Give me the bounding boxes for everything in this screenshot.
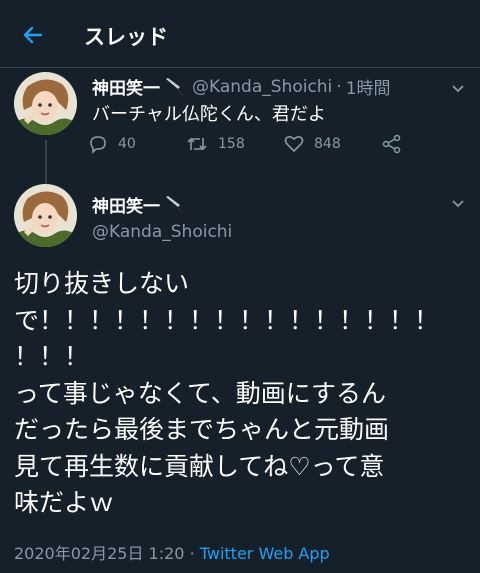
tweet-text-line: ！！！ [14,342,90,371]
knife-icon [164,195,186,215]
tweet-menu-button[interactable] [448,78,468,98]
user-handle[interactable]: @Kanda_Shoichi [92,222,232,242]
chevron-down-icon [452,200,464,208]
share-icon [382,134,401,154]
avatar[interactable] [14,72,77,135]
knife-icon [164,77,186,97]
tweet-text: バーチャル仏陀くん、君だよ [92,104,326,125]
display-name[interactable]: 神田笑一 [92,192,160,217]
top-bar: スレッド [0,0,480,68]
avatar[interactable] [14,184,77,247]
tweet-meta: 2020年02月25日 1:20 · Twitter Web App [14,540,330,564]
reply-count: 40 [118,136,136,152]
arrow-left-icon [23,26,43,44]
parent-tweet-header: 神田笑一 @Kanda_Shoichi · 1時間 [92,74,391,100]
back-button[interactable] [18,20,48,50]
retweet-button[interactable]: 158 [186,134,245,154]
like-count: 848 [314,136,341,152]
tweet-menu-button[interactable] [448,193,468,213]
separator-dot: · [189,544,195,563]
display-name[interactable]: 神田笑一 [92,74,160,99]
source-app-link[interactable]: Twitter Web App [200,544,330,563]
like-button[interactable]: 848 [284,134,341,154]
page-title: スレッド [84,25,168,49]
retweet-count: 158 [218,136,245,152]
tweet-text-line: 切り抜きしない [14,269,190,298]
tweet-time[interactable]: 1時間 [346,74,391,99]
tweet-text-line: だったら最後までちゃんと元動画 [14,415,390,444]
heart-icon [284,135,304,153]
tweet-text-line: で！！！！！！！！！！！！！！！！ [14,305,440,335]
share-button[interactable] [382,134,402,154]
tweet-timestamp[interactable]: 2020年02月25日 1:20 [14,544,184,563]
reply-button[interactable]: 40 [88,134,136,154]
tweet-text: 切り抜きしない で！！！！！！！！！！！！！！！！ ！！！ って事じゃなくて、動… [14,266,464,522]
chevron-down-icon [452,85,464,93]
user-handle[interactable]: @Kanda_Shoichi [192,77,332,97]
reply-icon [90,136,106,154]
tweet-text-line: 見て再生数に貢献してね♡って意 [14,451,385,481]
retweet-icon [187,137,207,151]
separator-dot: · [336,76,342,97]
tweet-text-line: 味だよｗ [14,488,115,517]
thread-connector [45,140,47,184]
thread-screen: スレッド 神田笑一 @Kanda_Shoichi · 1時間 バーチャル仏陀くん… [0,0,480,573]
tweet-text-line: って事じゃなくて、動画にするん [14,378,387,408]
main-tweet-author: 神田笑一 [92,192,186,217]
tweet-actions: 40 158 848 [88,134,418,162]
